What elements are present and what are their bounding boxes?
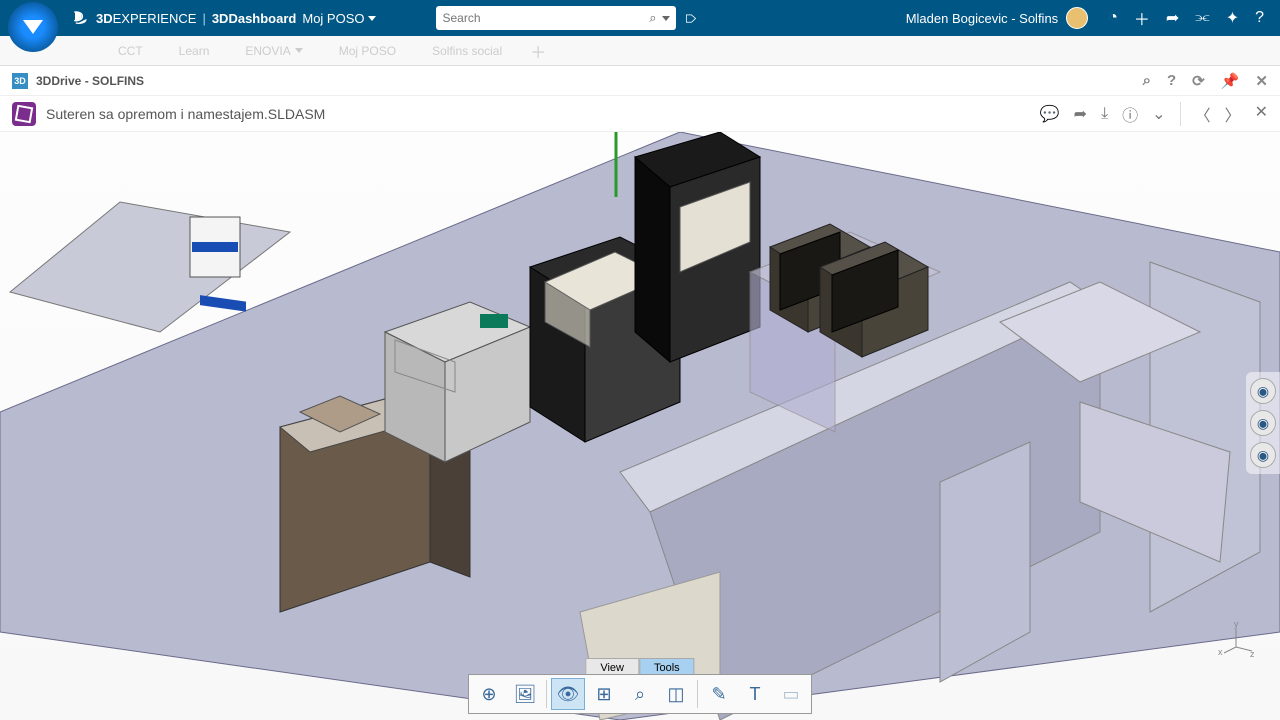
widget-title: 3DDrive - SOLFINS (36, 74, 144, 88)
svg-text:x: x (1218, 647, 1223, 657)
measure-button[interactable]: ⌕ (623, 678, 657, 710)
close-viewer-icon[interactable]: ✕ (1255, 102, 1268, 126)
section-button[interactable]: ◫ (659, 678, 693, 710)
view-mode-3-button[interactable]: ◉ (1250, 442, 1276, 468)
username-label[interactable]: Mladen Bogicevic - Solfins (906, 11, 1058, 26)
tab-learn[interactable]: Learn (161, 36, 228, 65)
tab-cct[interactable]: CCT (100, 36, 161, 65)
3d-scene-render (0, 132, 1280, 720)
widget-pin-icon[interactable]: 📌 (1221, 72, 1240, 90)
plus-icon[interactable]: ＋ (1134, 6, 1150, 30)
tab-enovia[interactable]: ENOVIA (227, 36, 320, 65)
brand-experience: EXPERIENCE (113, 11, 197, 26)
tag-icon[interactable]: ⌂ (681, 13, 702, 24)
dashboard-tabs: CCT Learn ENOVIA Moj POSO Solfins social… (0, 36, 1280, 66)
share-arrow-icon[interactable]: ➦ (1166, 8, 1179, 28)
nav-arrows: 〈 〉 ✕ (1180, 102, 1268, 126)
search-icon[interactable]: ⌕ (649, 10, 656, 26)
file-actions: 💬 ➦ ⤓ ⓘ ⌄ 〈 〉 ✕ (1040, 102, 1268, 126)
ds-logo-icon (70, 8, 90, 28)
view-mode-2-button[interactable]: ◉ (1250, 410, 1276, 436)
view-controls: ◉ ◉ ◉ (1246, 372, 1280, 474)
file-share-icon[interactable]: ➦ (1074, 104, 1087, 124)
compass-logo[interactable] (8, 2, 58, 52)
text-annotation-button[interactable]: T (738, 678, 772, 710)
next-icon[interactable]: 〉 (1225, 102, 1241, 126)
markup-pen-button[interactable]: ✎ (702, 678, 736, 710)
widget-close-icon[interactable]: ✕ (1255, 72, 1268, 90)
toolbar-separator (546, 680, 547, 708)
assembly-file-icon (12, 102, 36, 126)
comment-icon[interactable]: 💬 (1040, 104, 1060, 124)
widget-actions: ⌕ ? ⟳ 📌 ✕ (1143, 72, 1268, 90)
dropdown-icon[interactable]: ⌄ (1152, 104, 1165, 124)
tab-moj-poso[interactable]: Moj POSO (321, 36, 414, 65)
prev-icon[interactable]: 〈 (1195, 102, 1211, 126)
orientation-indicator[interactable]: x y z (1216, 617, 1256, 660)
svg-text:y: y (1234, 619, 1239, 629)
bottom-toolbar: ⊕ 🖼 👁 ⊞ ⌕ ◫ ✎ T ▭ (468, 674, 812, 714)
search-input[interactable] (442, 11, 649, 25)
apps-icon[interactable]: ✦ (1226, 8, 1239, 28)
widget-search-icon[interactable]: ⌕ (1143, 72, 1151, 90)
workspace-name[interactable]: Moj POSO (302, 11, 364, 26)
chevron-down-icon (295, 48, 303, 53)
search-box[interactable]: ⌕ (436, 6, 676, 30)
file-header: Suteren sa opremom i namestajem.SLDASM 💬… (0, 96, 1280, 132)
toolbar-separator (697, 680, 698, 708)
fit-view-button[interactable]: ⊕ (472, 678, 506, 710)
info-icon[interactable]: ⓘ (1122, 102, 1138, 126)
view-mode-1-button[interactable]: ◉ (1250, 378, 1276, 404)
chevron-down-icon[interactable] (368, 16, 376, 21)
notification-icon[interactable]: ◔ (1108, 9, 1118, 27)
brand-divider: | (202, 11, 205, 26)
tab-solfins-social[interactable]: Solfins social (414, 36, 520, 65)
app-name[interactable]: 3DDashboard (212, 11, 297, 26)
search-dropdown-icon[interactable] (662, 16, 670, 21)
widget-header: 3D 3DDrive - SOLFINS ⌕ ? ⟳ 📌 ✕ (0, 66, 1280, 96)
widget-app-icon: 3D (12, 73, 28, 89)
visibility-button[interactable]: 👁 (551, 678, 585, 710)
file-name: Suteren sa opremom i namestajem.SLDASM (46, 106, 325, 122)
avatar[interactable] (1066, 7, 1088, 29)
widget-refresh-icon[interactable]: ⟳ (1192, 72, 1205, 90)
3d-viewport[interactable]: ◉ ◉ ◉ xyz View Tools ⊕ 🖼 👁 ⊞ ⌕ ◫ ✎ T ▭ (0, 132, 1280, 720)
help-icon[interactable]: ? (1255, 9, 1264, 27)
brand-3d: 3D (96, 11, 113, 26)
widget-help-icon[interactable]: ? (1167, 72, 1176, 90)
download-icon[interactable]: ⤓ (1101, 105, 1108, 123)
explode-button[interactable]: ⊞ (587, 678, 621, 710)
svg-text:z: z (1250, 649, 1255, 657)
add-tab-button[interactable]: ＋ (520, 39, 556, 63)
share-nodes-icon[interactable]: ⫘ (1195, 9, 1209, 27)
top-bar: 3DEXPERIENCE | 3DDashboard Moj POSO ⌕ ⌂ … (0, 0, 1280, 36)
slides-button[interactable]: ▭ (774, 678, 808, 710)
snapshot-button[interactable]: 🖼 (508, 678, 542, 710)
